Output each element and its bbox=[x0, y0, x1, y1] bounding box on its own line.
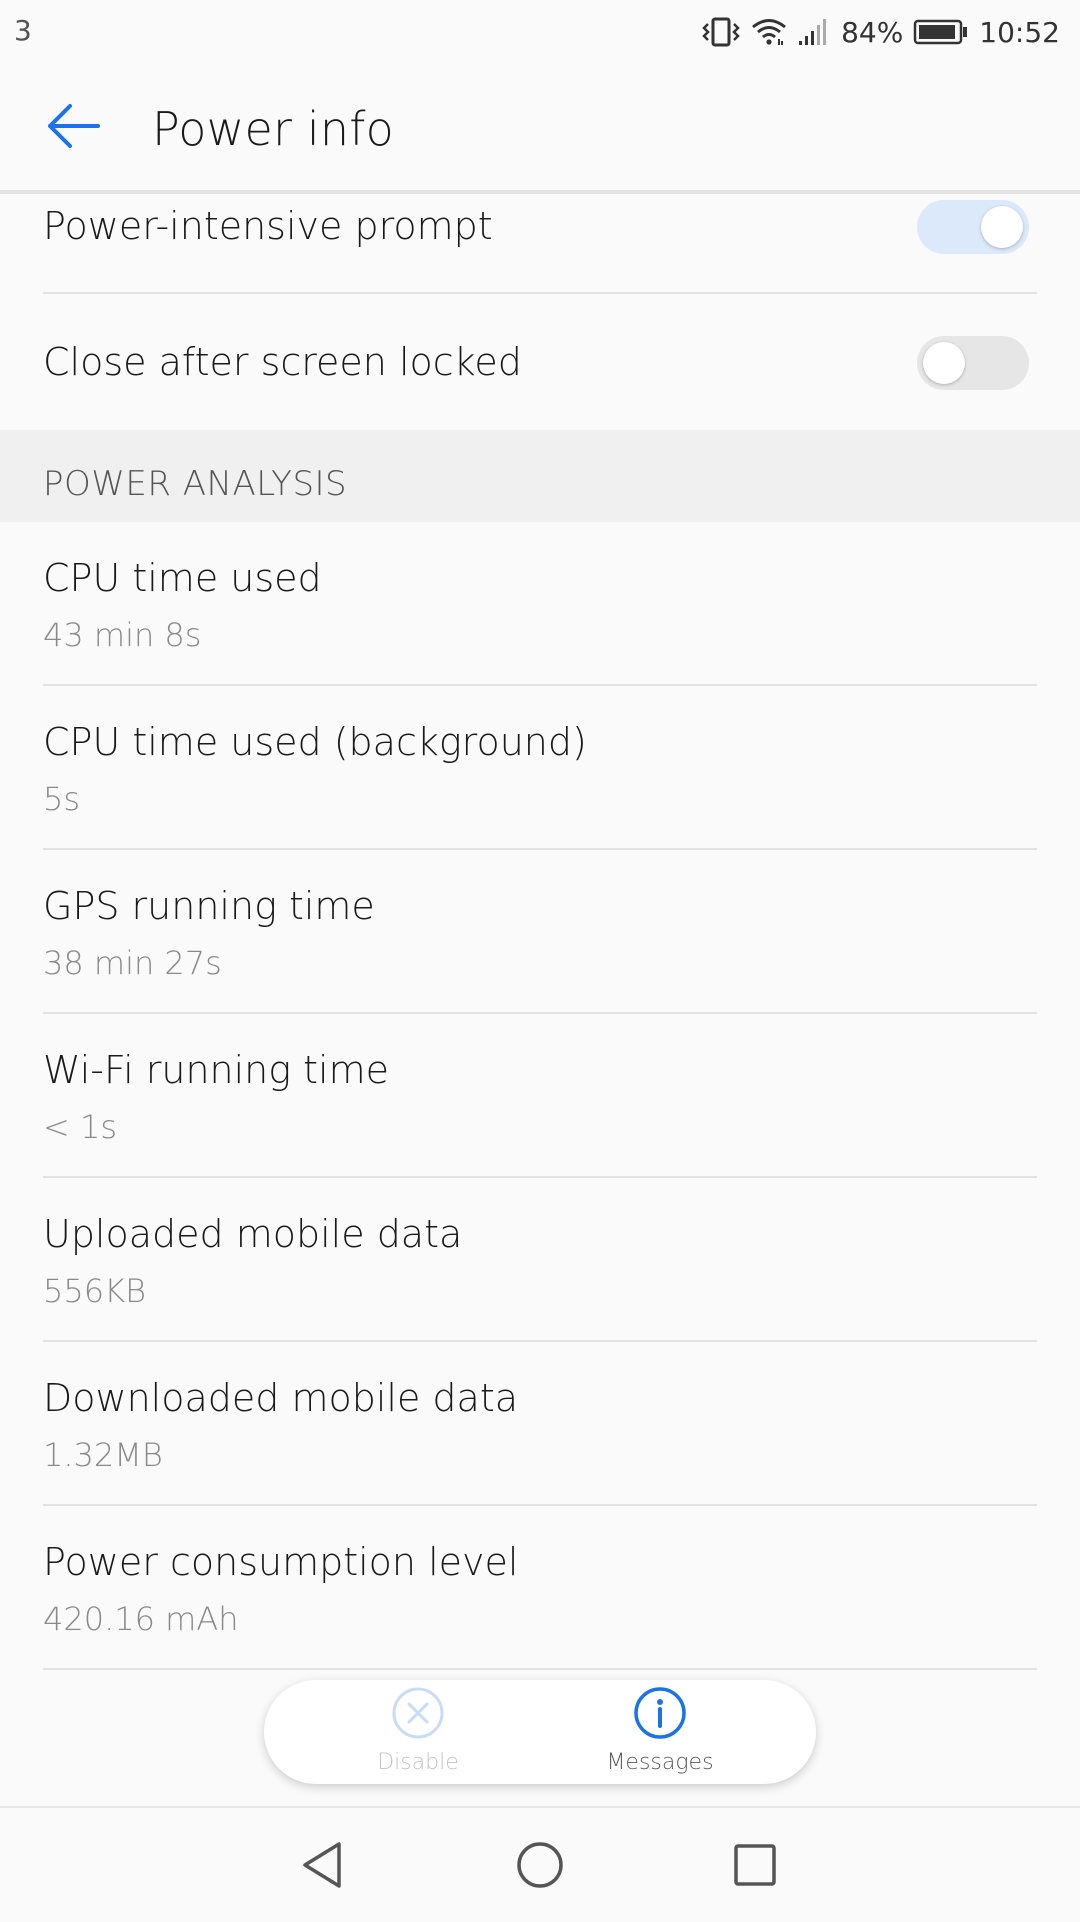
list-item-title: Wi-Fi running time bbox=[43, 1048, 389, 1092]
signal-icon bbox=[797, 17, 831, 47]
close-after-screen-locked-switch[interactable] bbox=[917, 336, 1029, 390]
content: Power-intensive prompt Close after scree… bbox=[0, 194, 1080, 1670]
list-item-gps-running-time: GPS running time 38 min 27s bbox=[43, 850, 1037, 1014]
nav-back-button[interactable] bbox=[297, 1838, 351, 1892]
list-item-title: Downloaded mobile data bbox=[43, 1376, 519, 1420]
notification-count: 3 bbox=[14, 14, 32, 47]
battery-icon bbox=[913, 18, 969, 46]
list-item-value: 420.16 mAh bbox=[43, 1600, 239, 1638]
messages-label: Messages bbox=[606, 1750, 714, 1775]
home-circle-icon bbox=[513, 1842, 567, 1896]
disable-label: Disable bbox=[377, 1750, 459, 1775]
status-bar: 3 84% 10:52 bbox=[0, 0, 1080, 66]
power-analysis-list: CPU time used 43 min 8s CPU time used (b… bbox=[43, 522, 1037, 1670]
list-item-downloaded-mobile-data: Downloaded mobile data 1.32MB bbox=[43, 1342, 1037, 1506]
back-button[interactable] bbox=[36, 96, 110, 160]
list-item-uploaded-mobile-data: Uploaded mobile data 556KB bbox=[43, 1178, 1037, 1342]
list-item-cpu-time-used: CPU time used 43 min 8s bbox=[43, 522, 1037, 686]
section-header: POWER ANALYSIS bbox=[0, 430, 1080, 522]
list-item-cpu-time-background: CPU time used (background) 5s bbox=[43, 686, 1037, 850]
list-item-value: 38 min 27s bbox=[43, 944, 222, 982]
list-item-title: CPU time used (background) bbox=[43, 720, 587, 764]
nav-recents-button[interactable] bbox=[728, 1838, 782, 1892]
switch-knob bbox=[981, 206, 1023, 248]
toggle-row-power-intensive-prompt[interactable]: Power-intensive prompt bbox=[43, 194, 1037, 294]
app-bar: Power info bbox=[0, 66, 1080, 194]
wifi-icon bbox=[751, 17, 787, 47]
list-item-value: 1.32MB bbox=[43, 1436, 163, 1474]
disable-button[interactable]: Disable bbox=[318, 1686, 518, 1778]
battery-percent: 84% bbox=[841, 15, 904, 49]
page-title: Power info bbox=[152, 102, 394, 156]
toggle-label: Power-intensive prompt bbox=[43, 204, 493, 248]
section-header-label: POWER ANALYSIS bbox=[43, 464, 348, 504]
list-item-title: Uploaded mobile data bbox=[43, 1212, 463, 1256]
toggle-row-close-after-screen-locked[interactable]: Close after screen locked bbox=[43, 294, 1037, 430]
list-item-title: Power consumption level bbox=[43, 1540, 519, 1584]
list-item-title: GPS running time bbox=[43, 884, 375, 928]
switch-knob bbox=[923, 342, 965, 384]
clock: 10:52 bbox=[979, 15, 1060, 49]
floating-action-bar: Disable Messages bbox=[264, 1680, 816, 1784]
list-item-value: < 1s bbox=[43, 1108, 118, 1146]
list-item-wifi-running-time: Wi-Fi running time < 1s bbox=[43, 1014, 1037, 1178]
toggle-label: Close after screen locked bbox=[43, 340, 522, 384]
list-item-value: 556KB bbox=[43, 1272, 147, 1310]
nav-home-button[interactable] bbox=[513, 1838, 567, 1892]
navigation-bar bbox=[0, 1806, 1080, 1922]
arrow-left-icon bbox=[46, 102, 100, 154]
vibrate-icon bbox=[701, 16, 741, 48]
messages-button[interactable]: Messages bbox=[560, 1686, 760, 1778]
power-intensive-prompt-switch[interactable] bbox=[917, 200, 1029, 254]
close-circle-icon bbox=[391, 1686, 445, 1740]
info-circle-icon bbox=[633, 1686, 687, 1740]
recents-square-icon bbox=[728, 1844, 782, 1896]
list-item-value: 43 min 8s bbox=[43, 616, 202, 654]
list-item-power-consumption-level: Power consumption level 420.16 mAh bbox=[43, 1506, 1037, 1670]
list-item-title: CPU time used bbox=[43, 556, 322, 600]
status-icons: 84% 10:52 bbox=[701, 12, 1060, 52]
back-triangle-icon bbox=[297, 1842, 351, 1896]
list-item-value: 5s bbox=[43, 780, 81, 818]
